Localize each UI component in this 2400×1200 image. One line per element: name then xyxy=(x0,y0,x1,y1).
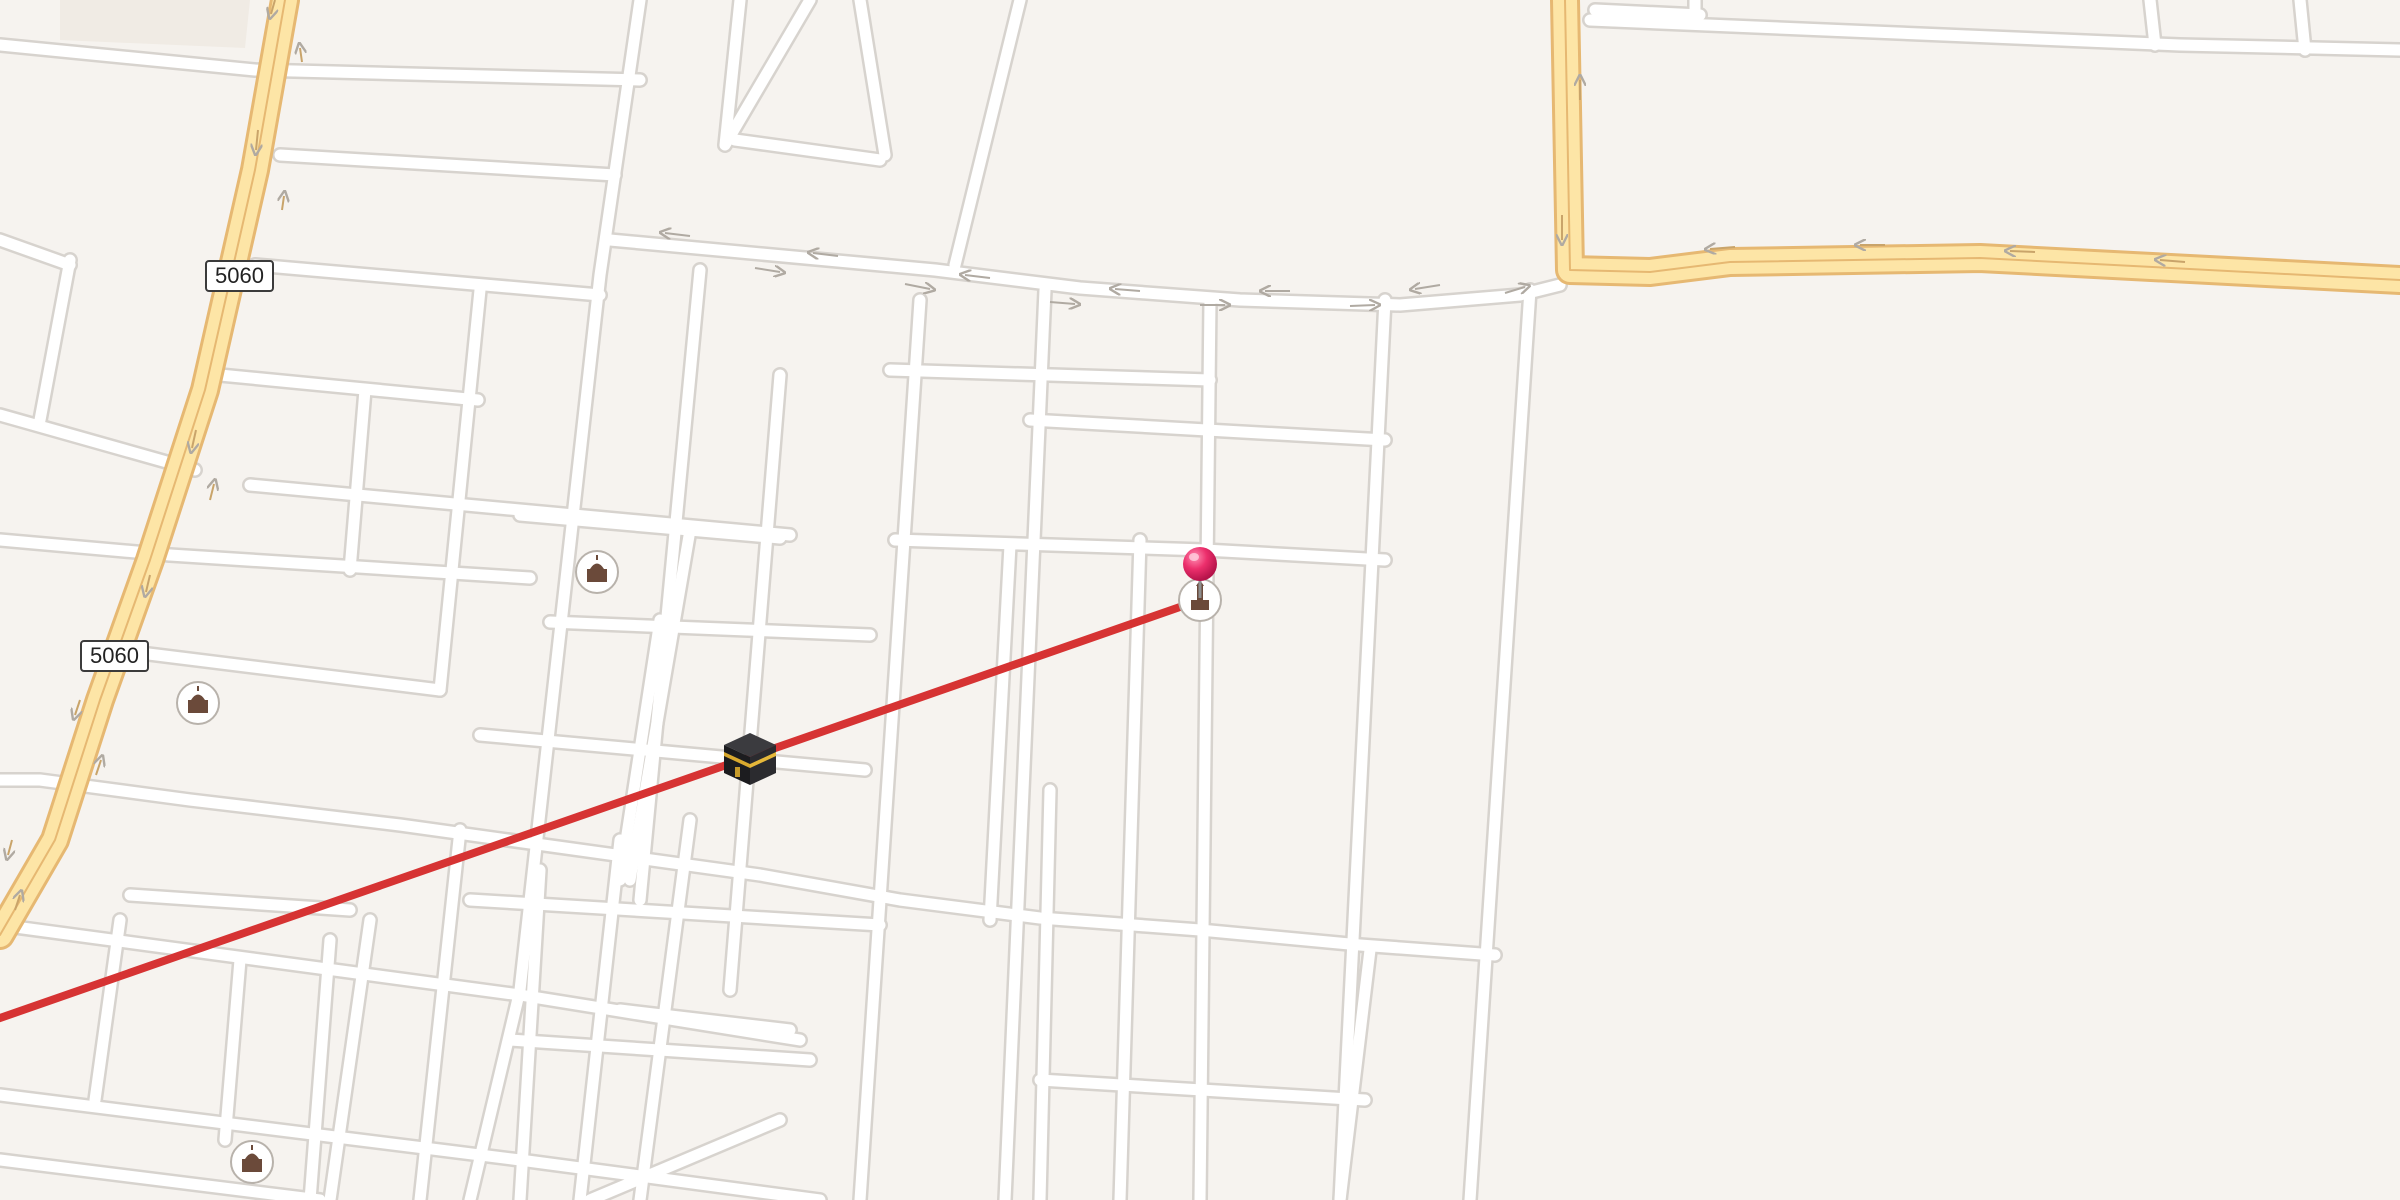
building-area xyxy=(60,0,250,48)
mosque-icon[interactable] xyxy=(176,681,220,725)
road-shield-label: 5060 xyxy=(205,260,274,292)
mosque-icon[interactable] xyxy=(575,550,619,594)
road-shield-label: 5060 xyxy=(80,640,149,672)
map-canvas[interactable]: 5060 5060 xyxy=(0,0,2400,1200)
map-layer xyxy=(0,0,2400,1200)
mosque-icon[interactable] xyxy=(230,1140,274,1184)
